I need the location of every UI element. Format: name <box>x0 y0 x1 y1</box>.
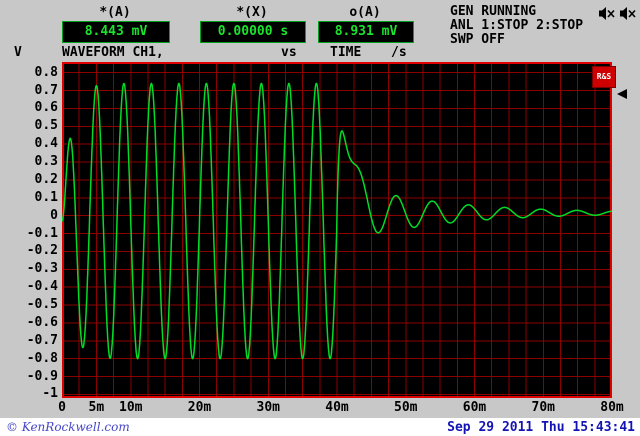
readout-x-value: 0.00000 s <box>200 21 306 43</box>
y-tick-label: -0.7 <box>26 332 58 348</box>
y-tick-label: -0.1 <box>26 225 58 241</box>
status-analyzer: ANL 1:STOP 2:STOP <box>450 18 584 33</box>
x-tick-label: 80m <box>600 400 624 415</box>
y-tick-label: -0.8 <box>26 350 58 366</box>
readout-o-label: o(A) <box>349 5 381 20</box>
readout-x-label: *(X) <box>236 5 268 20</box>
footer-bar: © KenRockwell.com Sep 29 2011 Thu 15:43:… <box>0 418 640 436</box>
readout-a-value: 8.443 mV <box>62 21 170 43</box>
y-tick-label: 0 <box>50 207 58 223</box>
rs-logo: R&S <box>592 66 616 88</box>
speaker-muted-icon <box>620 5 637 24</box>
y-tick-label: -0.4 <box>26 279 58 295</box>
x-axis-unit: /s <box>391 45 407 60</box>
readout-a-label: *(A) <box>99 5 131 20</box>
x-tick-label: 50m <box>394 400 418 415</box>
y-tick-label: 0.4 <box>34 136 58 152</box>
y-tick-label: 0.6 <box>34 100 58 116</box>
y-tick-label: 0.2 <box>34 171 58 187</box>
x-tick-label: 10m <box>119 400 143 415</box>
y-tick-label: -0.6 <box>26 314 58 330</box>
y-tick-label: -0.3 <box>26 261 58 277</box>
readout-o-value: 8.931 mV <box>318 21 414 43</box>
x-tick-label: 30m <box>256 400 280 415</box>
y-tick-label: 0.5 <box>34 118 58 134</box>
trace-label: WAVEFORM CH1, <box>62 45 164 60</box>
x-tick-label: 40m <box>325 400 349 415</box>
x-tick-label: 60m <box>462 400 487 415</box>
watermark: © KenRockwell.com <box>6 420 130 434</box>
y-tick-label: 0.8 <box>34 64 58 80</box>
waveform-plot <box>61 62 613 398</box>
y-tick-label: 0.7 <box>34 82 58 98</box>
y-axis-unit: V <box>14 45 22 60</box>
x-tick-label: 70m <box>531 400 555 415</box>
status-generator: GEN RUNNING <box>450 4 537 19</box>
status-sweep: SWP OFF <box>450 32 505 47</box>
x-axis-label: TIME <box>330 45 362 60</box>
speaker-muted-icon <box>599 5 616 24</box>
x-tick-label: 20m <box>187 400 212 415</box>
cursor-arrow-icon <box>617 89 627 99</box>
y-tick-label: 0.3 <box>34 154 58 170</box>
y-tick-label: -0.5 <box>26 297 58 313</box>
datetime-stamp: Sep 29 2011 Thu 15:43:41 <box>447 420 635 435</box>
vs-label: vs <box>281 45 297 60</box>
instrument-screen: *(A) *(X) o(A) 8.443 mV 0.00000 s 8.931 … <box>0 0 640 436</box>
y-tick-label: -0.2 <box>26 243 58 259</box>
y-tick-label: 0.1 <box>34 189 58 205</box>
waveform-plot-area <box>61 62 613 398</box>
y-tick-label: -0.9 <box>26 368 58 384</box>
